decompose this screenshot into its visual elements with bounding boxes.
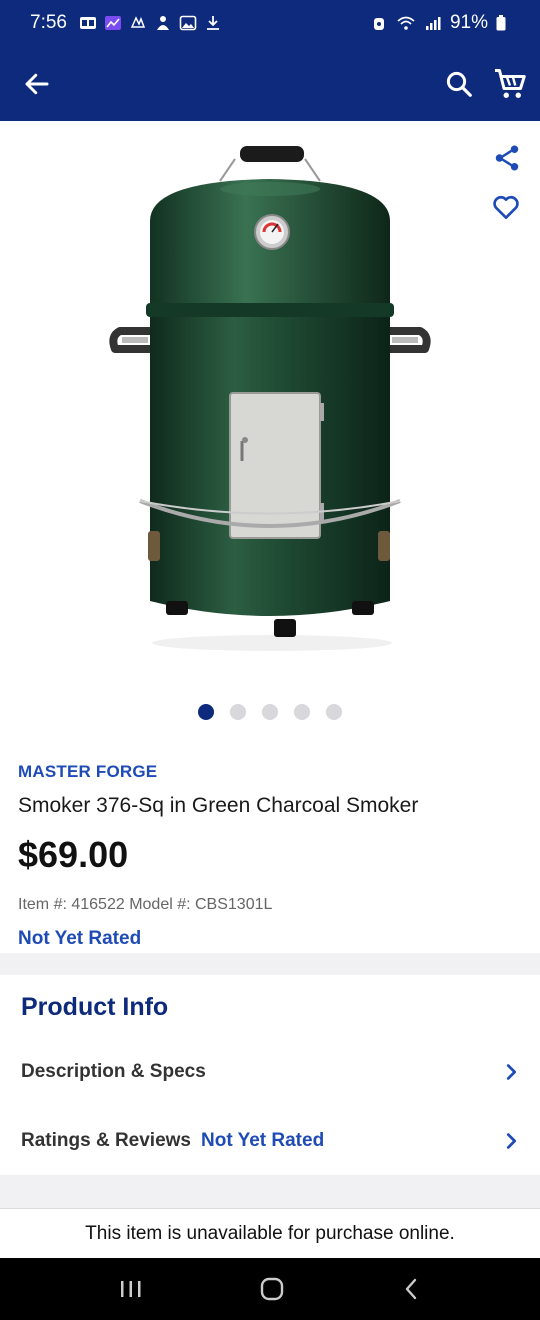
signal-icon bbox=[425, 17, 441, 30]
ratings-value: Not Yet Rated bbox=[201, 1130, 325, 1151]
chevron-right-icon bbox=[506, 1133, 517, 1149]
recents-button[interactable] bbox=[118, 1278, 144, 1300]
search-button[interactable] bbox=[444, 69, 474, 99]
unavailable-notice: This item is unavailable for purchase on… bbox=[0, 1208, 540, 1258]
product-price: $69.00 bbox=[18, 834, 129, 875]
search-icon bbox=[446, 71, 472, 97]
back-nav-button[interactable] bbox=[400, 1276, 422, 1302]
row-label: Ratings & Reviews bbox=[21, 1130, 191, 1151]
share-icon bbox=[495, 145, 519, 171]
carousel-dot[interactable] bbox=[230, 704, 246, 720]
back-button[interactable] bbox=[22, 69, 52, 99]
product-info-section: Product Info Description & Specs Ratings… bbox=[0, 975, 540, 1175]
product-details: MASTER FORGE Smoker 376-Sq in Green Char… bbox=[18, 762, 522, 950]
product-image[interactable] bbox=[100, 131, 440, 661]
ca-icon bbox=[79, 17, 96, 29]
battery-percent: 91% bbox=[449, 12, 488, 33]
home-icon bbox=[260, 1277, 284, 1301]
section-divider bbox=[0, 1175, 540, 1208]
home-button[interactable] bbox=[259, 1276, 285, 1302]
description-specs-row[interactable]: Description & Specs bbox=[21, 1052, 522, 1092]
chart-icon bbox=[104, 16, 121, 30]
nbc-icon bbox=[130, 16, 146, 28]
recents-icon bbox=[120, 1281, 141, 1297]
product-gallery[interactable] bbox=[0, 121, 540, 691]
section-divider bbox=[0, 953, 540, 975]
ratings-reviews-row[interactable]: Ratings & Reviews Not Yet Rated bbox=[21, 1121, 522, 1161]
alarm-icon bbox=[373, 18, 384, 30]
product-info-heading: Product Info bbox=[21, 993, 169, 1021]
carousel-dot[interactable] bbox=[262, 704, 278, 720]
product-brand[interactable]: MASTER FORGE bbox=[18, 762, 522, 782]
row-label: Description & Specs bbox=[21, 1061, 206, 1082]
battery-icon bbox=[496, 15, 506, 31]
carousel-dot[interactable] bbox=[326, 704, 342, 720]
chevron-right-icon bbox=[506, 1064, 517, 1080]
product-title: Smoker 376-Sq in Green Charcoal Smoker bbox=[18, 794, 419, 817]
image-icon bbox=[179, 15, 197, 31]
cart-button[interactable] bbox=[492, 66, 528, 102]
product-rating-link[interactable]: Not Yet Rated bbox=[18, 928, 522, 950]
chevron-left-icon bbox=[406, 1278, 417, 1300]
carousel-dot[interactable] bbox=[198, 704, 214, 720]
heart-icon bbox=[493, 195, 519, 219]
system-nav-bar bbox=[0, 1258, 540, 1320]
favorite-button[interactable] bbox=[490, 191, 522, 223]
status-bar: 7:56 91% bbox=[0, 0, 540, 46]
cart-icon bbox=[495, 68, 526, 98]
carousel-indicator bbox=[0, 704, 540, 720]
person-icon bbox=[156, 16, 169, 30]
share-button[interactable] bbox=[492, 143, 522, 173]
product-item-model: Item #: 416522 Model #: CBS1301L bbox=[18, 896, 273, 913]
wifi-icon bbox=[397, 16, 415, 30]
carousel-dot[interactable] bbox=[294, 704, 310, 720]
arrow-left-icon bbox=[25, 73, 49, 94]
status-time: 7:56 bbox=[30, 12, 67, 33]
app-bar bbox=[0, 46, 540, 121]
download-icon bbox=[206, 16, 219, 30]
